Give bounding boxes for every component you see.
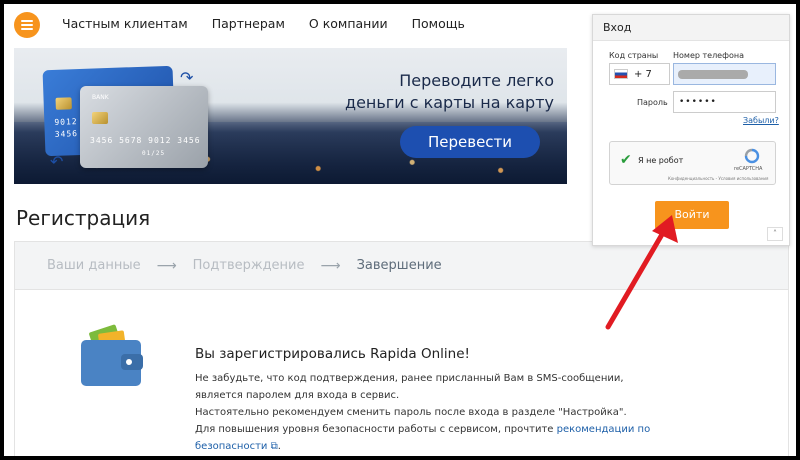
step-your-data: Ваши данные — [47, 258, 141, 273]
nav-about[interactable]: О компании — [309, 16, 388, 31]
success-title: Вы зарегистрировались Rapida Online! — [195, 346, 470, 362]
arrow-right-icon: ⟶ — [320, 257, 341, 274]
success-message: Не забудьте, что код подтверждения, ране… — [195, 370, 715, 455]
card-expiry: 01/25 — [142, 150, 166, 157]
recaptcha-terms[interactable]: Конфиденциальность - Условия использован… — [668, 176, 768, 181]
arrow-right-icon: ↷ — [180, 68, 194, 87]
message-line: является паролем для входа в сервис. — [195, 390, 400, 401]
arrow-right-icon: ⟶ — [156, 257, 177, 274]
step-completion: Завершение — [356, 258, 442, 273]
banner-headline: Переводите легко деньги с карты на карту — [334, 70, 554, 114]
card-number: 3456 5678 9012 3456 — [90, 136, 201, 145]
annotation-arrow-icon — [605, 215, 678, 330]
checkmark-icon[interactable]: ✔ — [620, 152, 632, 168]
message-line: Не забудьте, что код подтверждения, ране… — [195, 373, 624, 384]
recaptcha-widget[interactable]: ✔ Я не робот reCAPTCHA Конфиденциальност… — [609, 141, 776, 185]
page: Частным клиентам Партнерам О компании По… — [4, 4, 796, 456]
nav-partners[interactable]: Партнерам — [212, 16, 285, 31]
card-chip-icon — [55, 97, 72, 110]
country-code-label: Код страны — [609, 51, 659, 60]
banner-line-2: деньги с карты на карту — [345, 93, 554, 112]
nav-help[interactable]: Помощь — [412, 16, 465, 31]
login-title: Вход — [593, 15, 789, 41]
recaptcha-logo-icon — [744, 148, 760, 164]
message-line: Настоятельно рекомендуем сменить пароль … — [195, 407, 627, 418]
transfer-button[interactable]: Перевести — [400, 126, 540, 158]
step-confirmation: Подтверждение — [192, 258, 305, 273]
wallet-icon — [81, 324, 143, 386]
phone-input[interactable] — [673, 63, 776, 85]
password-input[interactable]: •••••• — [673, 91, 776, 113]
forgot-password-link[interactable]: Забыли? — [743, 116, 779, 125]
card-bank-label: BANK — [92, 94, 109, 101]
main-nav: Частным клиентам Партнерам О компании По… — [62, 16, 465, 31]
message-line: Для повышения уровня безопасности работы… — [195, 424, 651, 452]
arrow-left-icon: ↶ — [50, 152, 64, 171]
page-title: Регистрация — [16, 206, 151, 230]
card-number: 3456 — [54, 129, 79, 139]
external-link-icon[interactable]: ⧉ — [271, 441, 278, 452]
masked-phone-number — [678, 70, 748, 79]
recaptcha-brand: reCAPTCHA — [734, 166, 763, 172]
chevron-up-icon[interactable]: ˄ — [767, 227, 783, 241]
country-code-select[interactable]: + 7 — [609, 63, 670, 85]
menu-logo-icon[interactable] — [14, 12, 40, 38]
phone-label: Номер телефона — [673, 51, 744, 60]
russia-flag-icon — [614, 69, 628, 79]
banner-line-1: Переводите легко — [399, 71, 554, 90]
card-number: 9012 — [54, 117, 78, 127]
country-code-value: + 7 — [634, 68, 652, 80]
silver-card-image: BANK 3456 5678 9012 3456 01/25 — [80, 86, 208, 168]
captcha-label: Я не робот — [638, 156, 684, 165]
promo-banner[interactable]: 9012 3456 ↷ ↶ BANK 3456 5678 9012 3456 0… — [14, 48, 567, 184]
card-chip-icon — [92, 112, 108, 124]
nav-private-clients[interactable]: Частным клиентам — [62, 16, 188, 31]
password-label: Пароль — [637, 98, 668, 107]
